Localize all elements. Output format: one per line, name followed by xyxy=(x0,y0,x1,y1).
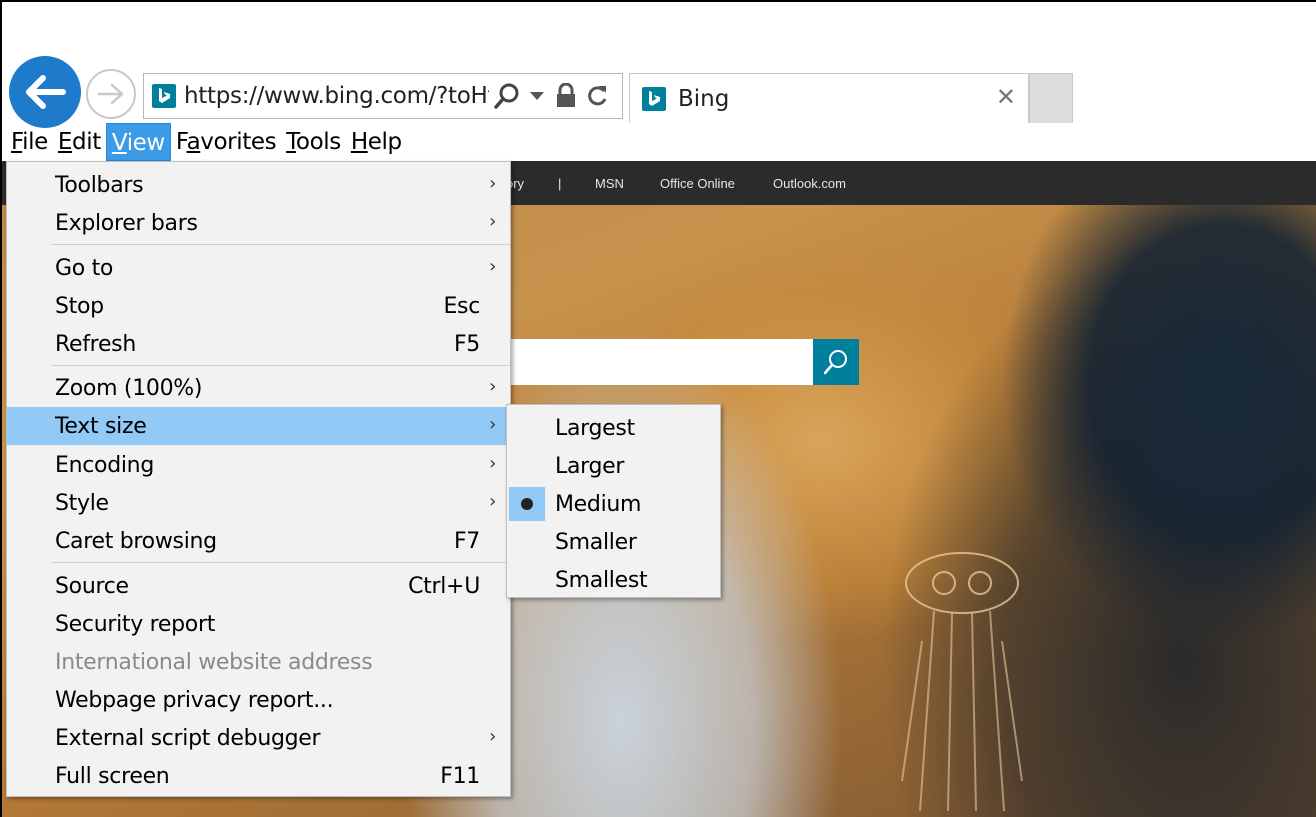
text-size-item-larger[interactable]: Larger xyxy=(507,447,720,485)
menu-separator xyxy=(51,244,510,245)
view-menu-item-text-size[interactable]: Text size › xyxy=(7,407,510,445)
view-menu-item-source[interactable]: Source Ctrl+U xyxy=(7,567,510,605)
chevron-right-icon: › xyxy=(489,173,496,194)
tab-close-icon[interactable]: ✕ xyxy=(996,86,1016,110)
text-size-item-smaller[interactable]: Smaller xyxy=(507,523,720,561)
menu-file[interactable]: File xyxy=(6,123,53,161)
bing-search-button[interactable] xyxy=(813,339,859,385)
view-menu-item-explorer-bars[interactable]: Explorer bars › xyxy=(7,204,510,242)
text-size-submenu: Largest Larger Medium Smaller Smallest xyxy=(506,404,721,598)
chevron-right-icon: › xyxy=(489,376,496,397)
chevron-down-icon[interactable] xyxy=(529,81,545,111)
nav-divider: | xyxy=(558,176,562,191)
lock-icon[interactable] xyxy=(555,81,577,111)
chevron-right-icon: › xyxy=(489,726,496,747)
menu-tools[interactable]: Tools xyxy=(281,123,346,161)
url-text[interactable]: https://www.bing.com/?toHtl xyxy=(184,83,489,109)
view-menu-item-style[interactable]: Style › xyxy=(7,484,510,522)
chevron-right-icon: › xyxy=(489,491,496,512)
chevron-right-icon: › xyxy=(489,211,496,232)
forward-arrow-icon xyxy=(97,83,124,105)
view-menu-item-go-to[interactable]: Go to › xyxy=(7,249,510,287)
back-arrow-icon xyxy=(26,75,66,109)
chevron-right-icon: › xyxy=(489,453,496,474)
back-button[interactable] xyxy=(9,56,81,128)
text-size-item-smallest[interactable]: Smallest xyxy=(507,561,720,599)
radio-bullet-icon xyxy=(509,487,545,521)
browser-tab[interactable]: Bing ✕ xyxy=(629,73,1029,123)
view-menu-item-stop[interactable]: Stop Esc xyxy=(7,287,510,325)
nav-link-outlook[interactable]: Outlook.com xyxy=(773,176,846,191)
text-size-item-largest[interactable]: Largest xyxy=(507,409,720,447)
menu-favorites[interactable]: Favorites xyxy=(171,123,281,161)
view-menu-item-toolbars[interactable]: Toolbars › xyxy=(7,166,510,204)
view-menu-item-full-screen[interactable]: Full screen F11 xyxy=(7,757,510,795)
nav-link-office-online[interactable]: Office Online xyxy=(660,176,735,191)
view-menu-item-caret-browsing[interactable]: Caret browsing F7 xyxy=(7,522,510,560)
view-menu-item-script-debugger[interactable]: External script debugger › xyxy=(7,719,510,757)
menu-bar: File Edit View Favorites Tools Help xyxy=(2,123,1316,161)
nav-link-msn[interactable]: MSN xyxy=(595,176,624,191)
view-menu-item-international-address: International website address xyxy=(55,650,373,675)
view-menu-item-encoding[interactable]: Encoding › xyxy=(7,446,510,484)
view-menu-item-security-report[interactable]: Security report xyxy=(7,605,510,643)
view-menu-dropdown: Toolbars › Explorer bars › Go to › Stop … xyxy=(6,161,511,797)
new-tab-button[interactable] xyxy=(1029,73,1073,123)
refresh-icon[interactable] xyxy=(585,81,609,111)
bing-tab-favicon-icon xyxy=(642,86,666,111)
menu-help[interactable]: Help xyxy=(346,123,407,161)
tab-title: Bing xyxy=(678,85,730,112)
menu-view[interactable]: View xyxy=(105,123,171,161)
menu-separator xyxy=(51,562,510,563)
chevron-right-icon: › xyxy=(489,256,496,277)
background-geoglyph xyxy=(901,552,1023,812)
search-icon[interactable] xyxy=(493,81,521,111)
menu-edit[interactable]: Edit xyxy=(53,123,106,161)
bing-search-input[interactable] xyxy=(510,339,813,385)
address-bar[interactable]: https://www.bing.com/?toHtl xyxy=(143,73,623,119)
search-icon xyxy=(823,350,847,375)
text-size-item-medium[interactable]: Medium xyxy=(507,485,720,523)
bing-favicon-icon xyxy=(152,84,176,108)
view-menu-item-refresh[interactable]: Refresh F5 xyxy=(7,325,510,363)
menu-separator xyxy=(51,365,510,366)
chevron-right-icon: › xyxy=(489,414,496,435)
view-menu-item-zoom[interactable]: Zoom (100%) › xyxy=(7,369,510,407)
forward-button[interactable] xyxy=(86,69,136,119)
view-menu-item-privacy-report[interactable]: Webpage privacy report... xyxy=(7,681,510,719)
